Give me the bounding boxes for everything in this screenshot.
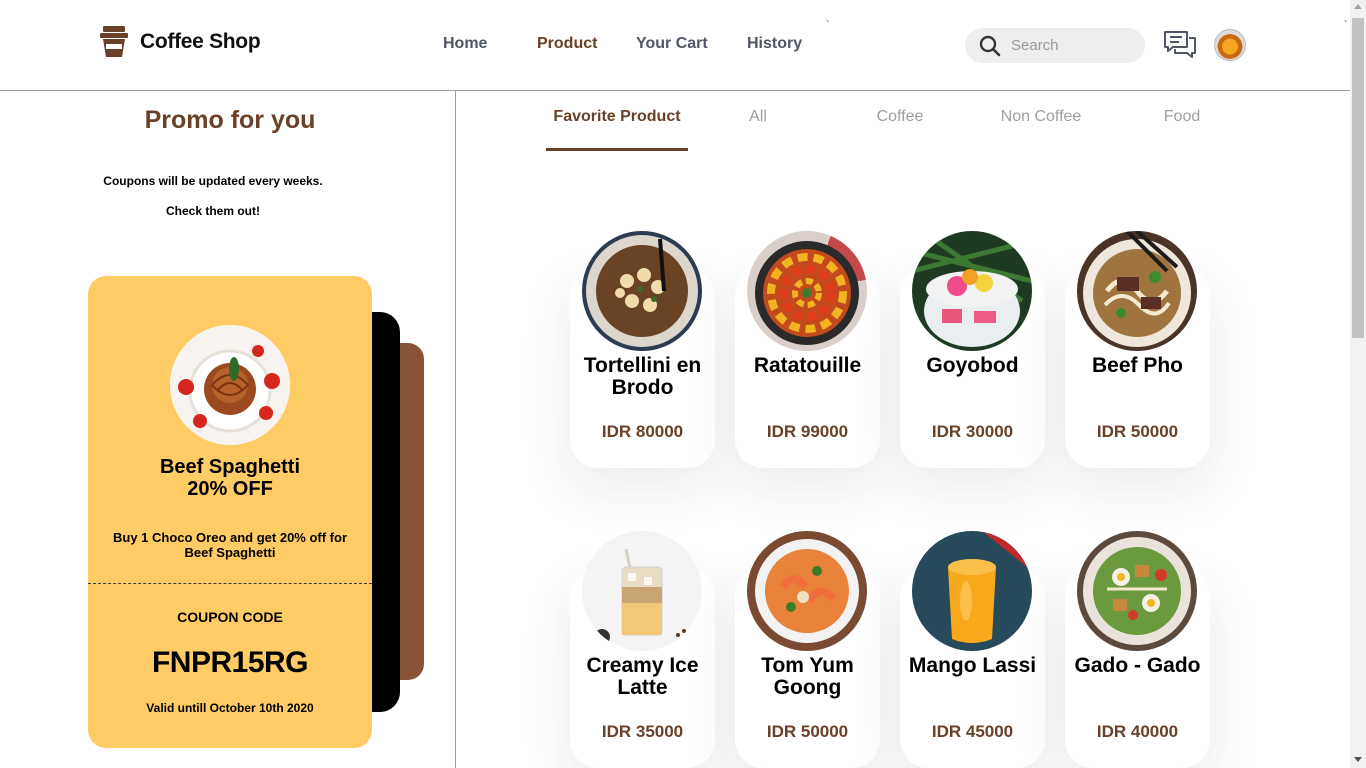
search-icon: [979, 35, 1001, 56]
nav-your-cart[interactable]: Your Cart: [636, 35, 708, 53]
coupon-discount: 20% OFF: [187, 478, 273, 500]
product-name: Tom Yum Goong: [761, 654, 854, 699]
tab-favorite-product[interactable]: Favorite Product: [546, 108, 688, 126]
promo-subtitle-1: Coupons will be updated every weeks.: [103, 174, 323, 188]
product-image-goyobod[interactable]: [912, 231, 1032, 351]
stray-mark: `: [826, 20, 830, 31]
product-price: IDR 30000: [931, 422, 1014, 441]
scroll-down-arrow[interactable]: [1354, 757, 1362, 762]
product-image-tortellini[interactable]: [582, 231, 702, 351]
product-price: IDR 50000: [1096, 422, 1179, 441]
coupon-code-label: COUPON CODE: [177, 609, 283, 625]
product-price: IDR 80000: [601, 422, 684, 441]
coupon-product-name: Beef Spaghetti 20% OFF: [88, 456, 372, 500]
tab-non-coffee[interactable]: Non Coffee: [991, 108, 1091, 126]
scroll-thumb[interactable]: [1352, 18, 1364, 338]
product-name: Mango Lassi: [908, 654, 1037, 677]
coupon-name-line: Beef Spaghetti: [159, 456, 301, 478]
promo-panel: Promo for you Coupons will be updated ev…: [0, 91, 456, 768]
product-name: Ratatouille: [753, 354, 862, 377]
product-price: IDR 45000: [931, 722, 1014, 741]
header: Coffee Shop Home Product Your Cart Histo…: [0, 0, 1350, 91]
tab-coffee[interactable]: Coffee: [860, 108, 940, 126]
product-image-creamy-ice-latte[interactable]: [582, 531, 702, 651]
nav-history[interactable]: History: [747, 35, 802, 53]
tab-all[interactable]: All: [728, 108, 788, 126]
coupon-food-image: [170, 325, 290, 445]
product-price: IDR 99000: [766, 422, 849, 441]
coupon-validity: Valid untill October 10th 2020: [146, 701, 314, 715]
tab-food[interactable]: Food: [1152, 108, 1212, 126]
coupon-divider: [88, 583, 372, 584]
product-name: Tortellini en Brodo: [583, 354, 702, 399]
product-price: IDR 50000: [766, 722, 849, 741]
scroll-up-arrow[interactable]: [1354, 4, 1362, 9]
promo-title: Promo for you: [144, 106, 316, 134]
logo-text: Coffee Shop: [140, 30, 261, 53]
product-image-ratatouille[interactable]: [747, 231, 867, 351]
product-price: IDR 35000: [601, 722, 684, 741]
product-image-beef-pho[interactable]: [1077, 231, 1197, 351]
coffee-cup-icon: [100, 26, 128, 57]
nav-home[interactable]: Home: [443, 35, 487, 53]
chat-icon[interactable]: [1163, 29, 1197, 61]
search-input[interactable]: [1011, 37, 1131, 54]
product-name: Beef Pho: [1091, 354, 1183, 377]
stray-mark: `: [1344, 20, 1348, 31]
coupon-description: Buy 1 Choco Oreo and get 20% off for Bee…: [112, 530, 348, 560]
product-name: Goyobod: [926, 354, 1019, 377]
nav-product[interactable]: Product: [537, 35, 597, 53]
product-image-tom-yum-goong[interactable]: [747, 531, 867, 651]
product-price: IDR 40000: [1096, 722, 1179, 741]
avatar[interactable]: [1214, 29, 1246, 61]
logo[interactable]: Coffee Shop: [100, 26, 261, 58]
product-name: Gado - Gado: [1074, 654, 1201, 677]
product-name: Creamy Ice Latte: [586, 654, 699, 699]
scrollbar[interactable]: [1350, 0, 1366, 768]
product-image-mango-lassi[interactable]: [912, 531, 1032, 651]
product-image-gado-gado[interactable]: [1077, 531, 1197, 651]
active-tab-indicator: [546, 148, 688, 151]
coupon-code: FNPR15RG: [151, 646, 309, 679]
promo-subtitle-2: Check them out!: [165, 204, 260, 218]
coupon-card[interactable]: Beef Spaghetti 20% OFF Buy 1 Choco Oreo …: [88, 276, 372, 748]
search-box[interactable]: [965, 28, 1145, 63]
